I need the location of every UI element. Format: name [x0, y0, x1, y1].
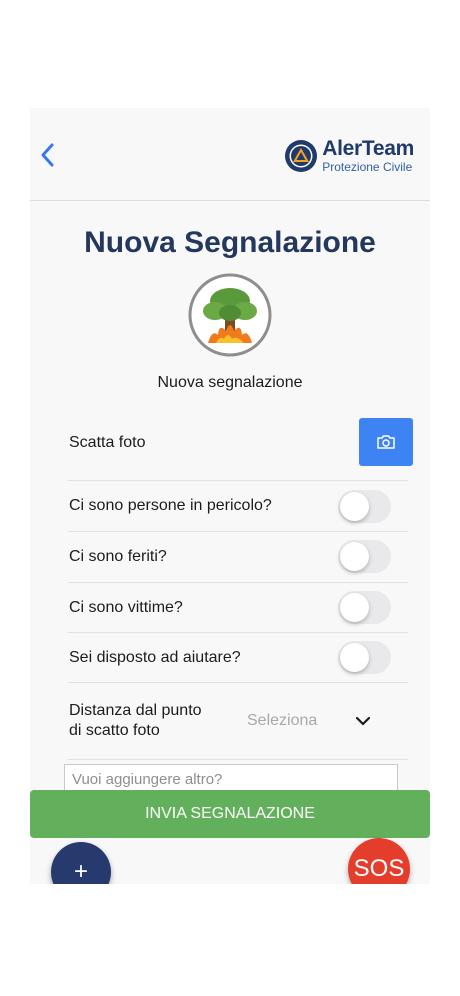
distance-label: Distanza dal punto di scatto foto	[69, 701, 202, 741]
logo-subtitle: Protezione Civile	[322, 160, 413, 174]
photo-label: Scatta foto	[69, 434, 146, 451]
header: AlerTeam Protezione Civile	[30, 108, 430, 201]
distance-label-line1: Distanza dal punto	[69, 702, 202, 719]
toggle-knob	[340, 542, 369, 571]
toggle-label-victims: Ci sono vittime?	[69, 599, 183, 616]
toggle-knob	[340, 643, 369, 672]
camera-button[interactable]	[359, 418, 413, 466]
toggle-knob	[340, 593, 369, 622]
wildfire-tree-icon	[188, 273, 272, 357]
chevron-left-icon	[41, 143, 54, 167]
logo-title: AlerTeam	[322, 137, 414, 160]
add-button[interactable]: +	[51, 842, 111, 884]
toggle-label-injured: Ci sono feriti?	[69, 548, 167, 565]
page-title: Nuova Segnalazione	[84, 226, 376, 259]
sos-label: SOS	[353, 855, 405, 882]
distance-select[interactable]: Seleziona	[247, 712, 317, 730]
back-button[interactable]	[36, 140, 60, 170]
toggle-label-help: Sei disposto ad aiutare?	[69, 649, 241, 666]
submit-report-button[interactable]: INVIA SEGNALAZIONE	[30, 790, 430, 838]
toggle-knob	[340, 492, 369, 521]
chevron-down-icon[interactable]	[354, 712, 372, 730]
victims-toggle[interactable]	[338, 591, 391, 624]
camera-icon	[377, 435, 395, 449]
alerteam-logo: AlerTeam Protezione Civile	[284, 138, 414, 174]
danger-toggle[interactable]	[338, 490, 391, 523]
sos-button[interactable]: SOS	[348, 838, 410, 884]
plus-icon: +	[73, 858, 88, 884]
protezione-civile-seal-icon	[285, 140, 318, 172]
notes-placeholder: Vuoi aggiungere altro?	[72, 771, 223, 788]
help-toggle[interactable]	[338, 641, 391, 674]
app-screen: AlerTeam Protezione Civile Nuova Segnala…	[30, 108, 430, 884]
distance-label-line2: di scatto foto	[69, 722, 160, 739]
category-label: Nuova segnalazione	[157, 374, 303, 391]
photo-row: Scatta foto	[68, 412, 408, 481]
toggle-label-danger: Ci sono persone in pericolo?	[69, 497, 272, 514]
injured-toggle[interactable]	[338, 540, 391, 573]
